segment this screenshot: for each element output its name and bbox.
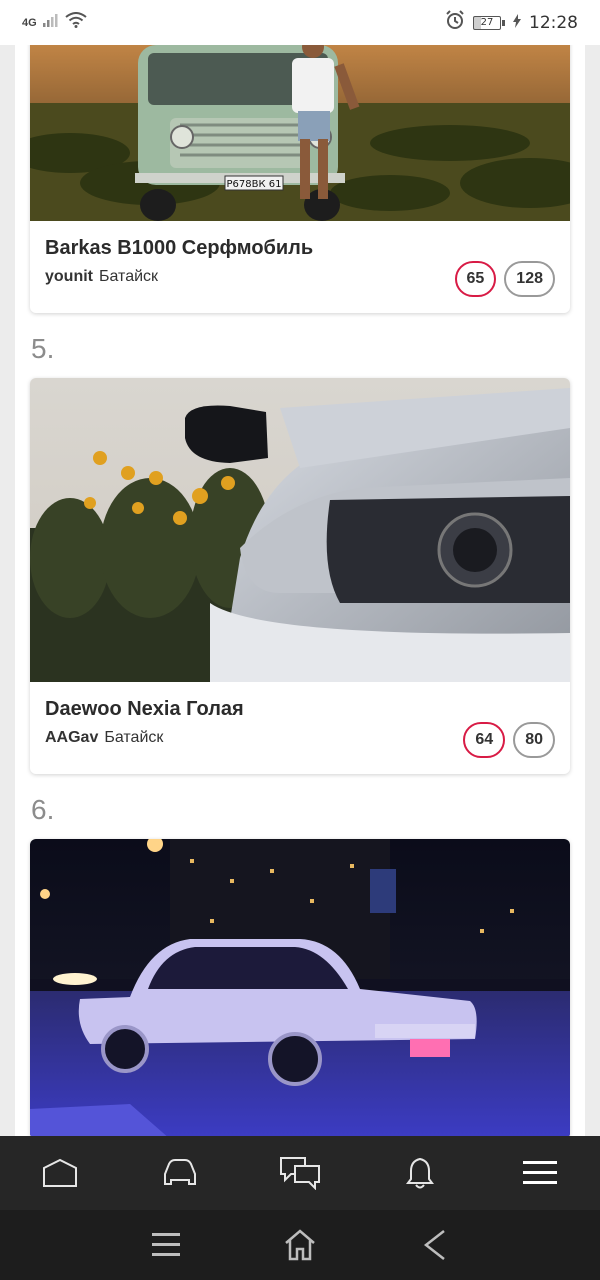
score-badge[interactable]: 65 <box>454 261 497 297</box>
car-photo[interactable] <box>30 839 570 1136</box>
menu-icon[interactable] <box>510 1143 570 1203</box>
battery-icon: 27 <box>473 15 505 30</box>
car-title[interactable]: Daewoo Nexia Голая <box>45 698 555 721</box>
car-icon[interactable] <box>150 1143 210 1203</box>
rank-number: 5. <box>31 333 55 364</box>
author-city: Батайск <box>104 729 164 746</box>
car-card[interactable] <box>30 839 570 1136</box>
network-type: 4G <box>22 16 37 29</box>
wifi-icon <box>65 12 87 33</box>
author-name[interactable]: younit <box>45 268 93 285</box>
bell-icon[interactable] <box>390 1143 450 1203</box>
alarm-icon <box>445 10 465 35</box>
car-photo[interactable] <box>30 378 570 682</box>
signal-icon <box>42 13 59 32</box>
status-bar: 4G 27 12:28 <box>0 0 600 45</box>
total-score-badge[interactable]: 80 <box>513 722 555 758</box>
charging-icon <box>513 13 521 33</box>
license-plate: Р678ВК 61 <box>227 179 282 190</box>
home-icon[interactable] <box>278 1223 322 1267</box>
messages-icon[interactable] <box>270 1143 330 1203</box>
recent-apps-icon[interactable] <box>144 1223 188 1267</box>
score-badge[interactable]: 64 <box>463 722 506 758</box>
car-card[interactable]: Daewoo Nexia Голая AAGav Батайск 64 80 <box>30 378 570 774</box>
car-photo[interactable]: Р678ВК 61 <box>30 45 570 221</box>
author-name[interactable]: AAGav <box>45 729 98 746</box>
total-score-badge[interactable]: 128 <box>504 261 555 297</box>
feed: Р678ВК 61 Barkas B1000 Серфмобиль younit… <box>15 45 585 1136</box>
back-icon[interactable] <box>412 1223 456 1267</box>
rank-number: 6. <box>31 794 55 825</box>
clock: 12:28 <box>529 12 578 33</box>
car-card[interactable]: Р678ВК 61 Barkas B1000 Серфмобиль younit… <box>30 45 570 313</box>
battery-level: 27 <box>473 15 501 30</box>
app-tab-bar <box>0 1136 600 1210</box>
car-title[interactable]: Barkas B1000 Серфмобиль <box>45 237 555 260</box>
system-nav-bar <box>0 1210 600 1280</box>
author-city: Батайск <box>99 268 159 285</box>
home-icon[interactable] <box>30 1143 90 1203</box>
